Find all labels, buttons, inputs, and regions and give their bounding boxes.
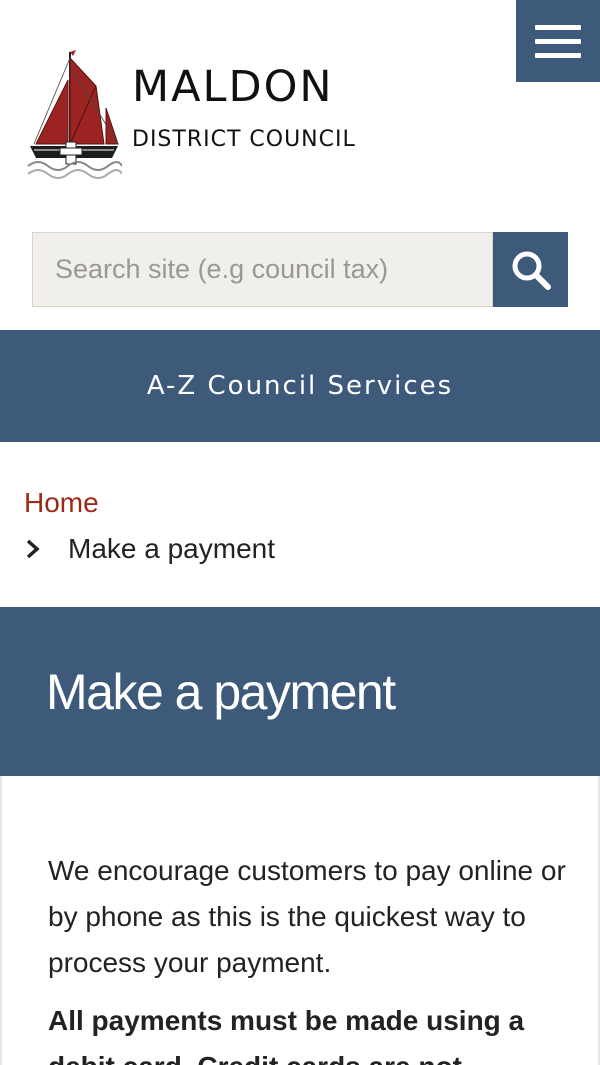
breadcrumb: Home Make a payment <box>24 485 275 567</box>
hamburger-menu-icon-line <box>535 38 581 44</box>
logo-wordmark: MALDON DISTRICT COUNCIL <box>132 62 356 153</box>
breadcrumb-current: Make a payment <box>24 531 275 567</box>
breadcrumb-current-label: Make a payment <box>68 533 275 564</box>
search-icon <box>512 251 551 290</box>
breadcrumb-home-link[interactable]: Home <box>24 485 275 521</box>
search-button[interactable] <box>493 232 568 307</box>
chevron-right-icon <box>26 539 40 559</box>
az-council-services-label: A-Z Council Services <box>146 371 454 401</box>
hamburger-menu-icon-line <box>535 24 581 30</box>
page-title-banner: Make a payment <box>0 607 600 776</box>
page-title: Make a payment <box>46 663 396 720</box>
logo-title: MALDON <box>132 62 334 112</box>
az-council-services-link[interactable]: A-Z Council Services <box>0 330 600 442</box>
council-logo[interactable]: MALDON DISTRICT COUNCIL <box>26 46 356 180</box>
search-input[interactable] <box>32 232 493 307</box>
logo-subtitle: DISTRICT COUNCIL <box>132 127 356 152</box>
sailing-barge-logo-icon <box>27 50 122 179</box>
hamburger-menu-icon-line <box>535 52 581 58</box>
menu-button[interactable] <box>516 0 600 82</box>
site-header: MALDON DISTRICT COUNCIL <box>0 0 600 220</box>
debit-card-notice: All payments must be made using a debit … <box>48 1005 525 1065</box>
site-search-form <box>32 232 568 307</box>
intro-paragraph: We encourage customers to pay online or … <box>48 855 566 978</box>
main-content: We encourage customers to pay online or … <box>0 776 600 1065</box>
